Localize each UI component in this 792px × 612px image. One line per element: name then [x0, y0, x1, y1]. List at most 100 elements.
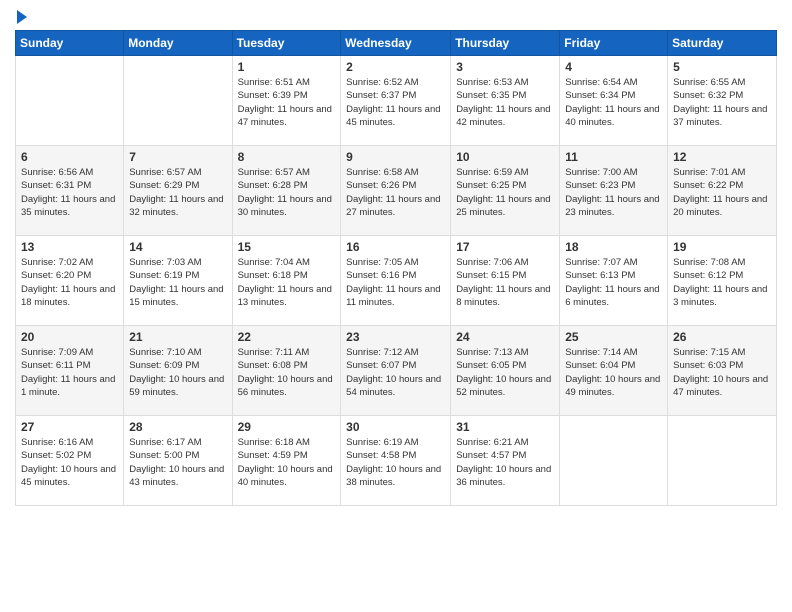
day-number: 13 [21, 240, 118, 254]
calendar-week-row: 1Sunrise: 6:51 AM Sunset: 6:39 PM Daylig… [16, 56, 777, 146]
calendar-cell: 22Sunrise: 7:11 AM Sunset: 6:08 PM Dayli… [232, 326, 341, 416]
calendar-cell: 24 Sunrise: 7:13 AM Sunset: 6:05 PM Dayli… [451, 326, 560, 416]
day-number: 22 [238, 330, 336, 344]
day-number: 21 [129, 330, 226, 344]
calendar-table: SundayMondayTuesdayWednesdayThursdayFrid… [15, 30, 777, 506]
calendar-cell: 21 Sunrise: 7:10 AM Sunset: 6:09 PM Dayli… [124, 326, 232, 416]
day-info: Sunrise: 6:56 AM Sunset: 6:31 PM Dayligh… [21, 166, 118, 219]
day-info: Sunrise: 6:55 AM Sunset: 6:32 PM Dayligh… [673, 76, 771, 129]
calendar-cell: 8Sunrise: 6:57 AM Sunset: 6:28 PM Daylig… [232, 146, 341, 236]
calendar-cell: 16 Sunrise: 7:05 AM Sunset: 6:16 PM Dayli… [341, 236, 451, 326]
day-of-week-header: Tuesday [232, 31, 341, 56]
logo [15, 10, 27, 24]
day-info: Sunrise: 7:09 AM Sunset: 6:11 PM Dayligh… [21, 346, 118, 399]
day-number: 17 [456, 240, 554, 254]
day-number: 16 [346, 240, 445, 254]
day-of-week-header: Saturday [668, 31, 777, 56]
calendar-week-row: 13 Sunrise: 7:02 AM Sunset: 6:20 PM Dayli… [16, 236, 777, 326]
calendar-cell [668, 416, 777, 506]
day-number: 9 [346, 150, 445, 164]
calendar-cell: 19 Sunrise: 7:08 AM Sunset: 6:12 PM Dayli… [668, 236, 777, 326]
calendar-cell: 12Sunrise: 7:01 AM Sunset: 6:22 PM Dayli… [668, 146, 777, 236]
calendar-cell: 4 Sunrise: 6:54 AM Sunset: 6:34 PM Daylig… [560, 56, 668, 146]
day-info: Sunrise: 7:00 AM Sunset: 6:23 PM Dayligh… [565, 166, 662, 219]
calendar-cell: 27Sunrise: 6:16 AM Sunset: 5:02 PM Dayli… [16, 416, 124, 506]
day-info: Sunrise: 6:57 AM Sunset: 6:28 PM Dayligh… [238, 166, 336, 219]
day-number: 19 [673, 240, 771, 254]
day-number: 4 [565, 60, 662, 74]
calendar-cell: 7Sunrise: 6:57 AM Sunset: 6:29 PM Daylig… [124, 146, 232, 236]
calendar-cell: 20 Sunrise: 7:09 AM Sunset: 6:11 PM Dayli… [16, 326, 124, 416]
day-number: 26 [673, 330, 771, 344]
calendar-cell: 10Sunrise: 6:59 AM Sunset: 6:25 PM Dayli… [451, 146, 560, 236]
calendar-cell [560, 416, 668, 506]
calendar-cell: 13 Sunrise: 7:02 AM Sunset: 6:20 PM Dayli… [16, 236, 124, 326]
day-info: Sunrise: 6:57 AM Sunset: 6:29 PM Dayligh… [129, 166, 226, 219]
day-number: 10 [456, 150, 554, 164]
day-info: Sunrise: 7:12 AM Sunset: 6:07 PM Dayligh… [346, 346, 445, 399]
day-info: Sunrise: 6:18 AM Sunset: 4:59 PM Dayligh… [238, 436, 336, 489]
day-info: Sunrise: 7:03 AM Sunset: 6:19 PM Dayligh… [129, 256, 226, 309]
day-info: Sunrise: 6:54 AM Sunset: 6:34 PM Dayligh… [565, 76, 662, 129]
day-info: Sunrise: 7:13 AM Sunset: 6:05 PM Dayligh… [456, 346, 554, 399]
day-info: Sunrise: 6:58 AM Sunset: 6:26 PM Dayligh… [346, 166, 445, 219]
calendar-cell: 1Sunrise: 6:51 AM Sunset: 6:39 PM Daylig… [232, 56, 341, 146]
day-info: Sunrise: 6:19 AM Sunset: 4:58 PM Dayligh… [346, 436, 445, 489]
day-number: 3 [456, 60, 554, 74]
day-info: Sunrise: 7:06 AM Sunset: 6:15 PM Dayligh… [456, 256, 554, 309]
day-info: Sunrise: 7:08 AM Sunset: 6:12 PM Dayligh… [673, 256, 771, 309]
day-number: 18 [565, 240, 662, 254]
day-info: Sunrise: 6:21 AM Sunset: 4:57 PM Dayligh… [456, 436, 554, 489]
day-info: Sunrise: 7:14 AM Sunset: 6:04 PM Dayligh… [565, 346, 662, 399]
calendar-week-row: 6 Sunrise: 6:56 AM Sunset: 6:31 PM Daylig… [16, 146, 777, 236]
day-number: 5 [673, 60, 771, 74]
calendar-cell [124, 56, 232, 146]
day-number: 31 [456, 420, 554, 434]
day-number: 11 [565, 150, 662, 164]
calendar-cell: 30 Sunrise: 6:19 AM Sunset: 4:58 PM Dayli… [341, 416, 451, 506]
calendar-header-row: SundayMondayTuesdayWednesdayThursdayFrid… [16, 31, 777, 56]
calendar-cell [16, 56, 124, 146]
calendar-cell: 5 Sunrise: 6:55 AM Sunset: 6:32 PM Daylig… [668, 56, 777, 146]
calendar-cell: 3 Sunrise: 6:53 AM Sunset: 6:35 PM Daylig… [451, 56, 560, 146]
calendar-cell: 6 Sunrise: 6:56 AM Sunset: 6:31 PM Daylig… [16, 146, 124, 236]
day-info: Sunrise: 6:53 AM Sunset: 6:35 PM Dayligh… [456, 76, 554, 129]
calendar-cell: 17 Sunrise: 7:06 AM Sunset: 6:15 PM Dayli… [451, 236, 560, 326]
day-info: Sunrise: 6:52 AM Sunset: 6:37 PM Dayligh… [346, 76, 445, 129]
day-number: 20 [21, 330, 118, 344]
day-info: Sunrise: 7:02 AM Sunset: 6:20 PM Dayligh… [21, 256, 118, 309]
day-number: 24 [456, 330, 554, 344]
calendar-cell: 26Sunrise: 7:15 AM Sunset: 6:03 PM Dayli… [668, 326, 777, 416]
day-info: Sunrise: 6:51 AM Sunset: 6:39 PM Dayligh… [238, 76, 336, 129]
calendar-cell: 31 Sunrise: 6:21 AM Sunset: 4:57 PM Dayli… [451, 416, 560, 506]
day-info: Sunrise: 6:16 AM Sunset: 5:02 PM Dayligh… [21, 436, 118, 489]
calendar-cell: 29Sunrise: 6:18 AM Sunset: 4:59 PM Dayli… [232, 416, 341, 506]
day-info: Sunrise: 7:07 AM Sunset: 6:13 PM Dayligh… [565, 256, 662, 309]
day-number: 30 [346, 420, 445, 434]
logo-triangle-icon [17, 10, 27, 24]
day-info: Sunrise: 6:17 AM Sunset: 5:00 PM Dayligh… [129, 436, 226, 489]
calendar-cell: 25 Sunrise: 7:14 AM Sunset: 6:04 PM Dayli… [560, 326, 668, 416]
day-of-week-header: Sunday [16, 31, 124, 56]
calendar-week-row: 27Sunrise: 6:16 AM Sunset: 5:02 PM Dayli… [16, 416, 777, 506]
day-number: 6 [21, 150, 118, 164]
header [15, 10, 777, 24]
calendar-cell: 15 Sunrise: 7:04 AM Sunset: 6:18 PM Dayli… [232, 236, 341, 326]
calendar-cell: 2 Sunrise: 6:52 AM Sunset: 6:37 PM Daylig… [341, 56, 451, 146]
calendar-cell: 23 Sunrise: 7:12 AM Sunset: 6:07 PM Dayli… [341, 326, 451, 416]
day-number: 15 [238, 240, 336, 254]
day-number: 23 [346, 330, 445, 344]
day-of-week-header: Thursday [451, 31, 560, 56]
day-info: Sunrise: 7:10 AM Sunset: 6:09 PM Dayligh… [129, 346, 226, 399]
calendar-week-row: 20 Sunrise: 7:09 AM Sunset: 6:11 PM Dayli… [16, 326, 777, 416]
day-info: Sunrise: 7:04 AM Sunset: 6:18 PM Dayligh… [238, 256, 336, 309]
calendar-cell: 11 Sunrise: 7:00 AM Sunset: 6:23 PM Dayli… [560, 146, 668, 236]
calendar-cell: 18 Sunrise: 7:07 AM Sunset: 6:13 PM Dayli… [560, 236, 668, 326]
day-number: 2 [346, 60, 445, 74]
page: SundayMondayTuesdayWednesdayThursdayFrid… [0, 0, 792, 521]
day-of-week-header: Monday [124, 31, 232, 56]
day-number: 25 [565, 330, 662, 344]
calendar-cell: 28Sunrise: 6:17 AM Sunset: 5:00 PM Dayli… [124, 416, 232, 506]
day-info: Sunrise: 7:05 AM Sunset: 6:16 PM Dayligh… [346, 256, 445, 309]
day-of-week-header: Friday [560, 31, 668, 56]
